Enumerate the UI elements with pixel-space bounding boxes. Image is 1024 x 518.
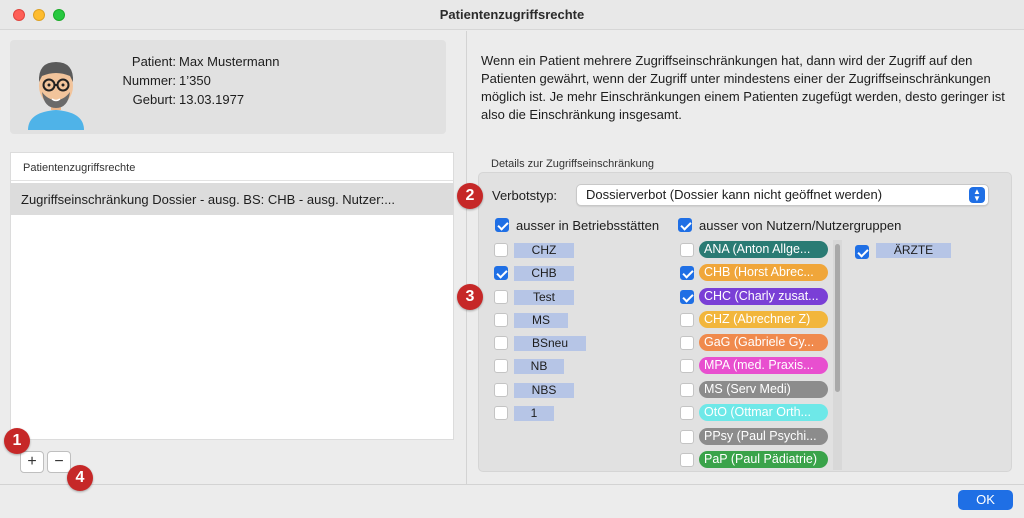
nutzer-checkbox-ms[interactable] (680, 383, 694, 397)
patient-number: 1’350 (179, 73, 211, 88)
chevron-updown-icon: ▲ ▼ (969, 187, 985, 203)
bs-checkbox-test[interactable] (494, 290, 508, 304)
nutzer-tag: CHC (Charly zusat... (699, 288, 828, 305)
details-section-label: Details zur Zugriffseinschränkung (491, 158, 655, 170)
nutzer-tag: GaG (Gabriele Gy... (699, 334, 828, 351)
pane-divider (466, 31, 467, 484)
nutzer-checkbox-mpa[interactable] (680, 359, 694, 373)
birth-label: Geburt: (132, 92, 176, 107)
bs-checkbox-chb[interactable] (494, 266, 508, 280)
callout-badge: 1 (4, 428, 30, 454)
nutzer-checkbox-chz[interactable] (680, 313, 694, 327)
nutzer-checkbox-gag[interactable] (680, 336, 694, 350)
bs-checkbox-ms[interactable] (494, 313, 508, 327)
avatar-icon (28, 62, 84, 130)
add-restriction-button[interactable]: + (20, 451, 44, 473)
list-item[interactable]: Zugriffseinschränkung Dossier - ausg. BS… (11, 183, 453, 215)
bs-tag: MS (514, 313, 568, 328)
bs-checkbox-1[interactable] (494, 406, 508, 420)
access-rights-list: Patientenzugriffsrechte Zugriffseinschrä… (10, 152, 454, 440)
nutzer-checkbox-oto[interactable] (680, 406, 694, 420)
patient-info-panel: Patient: Max Mustermann Nummer: 1’350 Ge… (10, 40, 446, 134)
bs-checkbox-nb[interactable] (494, 359, 508, 373)
window-title: Patientenzugriffsrechte (439, 7, 585, 22)
verbot-type-label: Verbotstyp: (492, 188, 558, 203)
patient-label: Patient: (131, 54, 176, 69)
ausser-nutzer-label: ausser von Nutzern/Nutzergruppen (699, 218, 902, 233)
title-bar: Patientenzugriffsrechte (0, 0, 1024, 30)
nutzer-tag: CHB (Horst Abrec... (699, 264, 828, 281)
number-label: Nummer: (122, 73, 176, 88)
nutzer-tag: ANA (Anton Allge... (699, 241, 828, 258)
nutzer-tag: PPsy (Paul Psychi... (699, 428, 828, 445)
nutzer-tag: CHZ (Abrechner Z) (699, 311, 828, 328)
nutzer-checkbox-ana[interactable] (680, 243, 694, 257)
ok-button[interactable]: OK (958, 490, 1013, 510)
list-header: Patientenzugriffsrechte (11, 153, 453, 181)
bs-checkbox-bsneu[interactable] (494, 336, 508, 350)
nutzer-checkbox-chb[interactable] (680, 266, 694, 280)
gruppe-checkbox-aerzte[interactable] (855, 245, 869, 259)
patient-birthdate: 13.03.1977 (179, 92, 245, 107)
nutzer-tag: MS (Serv Medi) (699, 381, 828, 398)
bs-tag: BSneu (514, 336, 586, 351)
remove-restriction-button[interactable]: − (47, 451, 71, 473)
callout-badge: 4 (67, 465, 93, 491)
bs-tag: NB (514, 359, 564, 374)
ausser-bs-label: ausser in Betriebsstätten (516, 218, 660, 233)
bs-tag: Test (514, 290, 574, 305)
nutzer-scroll-thumb[interactable] (835, 244, 840, 392)
footer-divider (0, 484, 1024, 485)
bs-tag: NBS (514, 383, 574, 398)
verbot-type-select[interactable]: Dossierverbot (Dossier kann nicht geöffn… (576, 184, 989, 206)
nutzer-checkbox-ppsy[interactable] (680, 430, 694, 444)
nutzer-checkbox-chc[interactable] (680, 290, 694, 304)
ausser-bs-checkbox[interactable] (495, 218, 509, 232)
bs-checkbox-chz[interactable] (494, 243, 508, 257)
nutzer-checkbox-pap[interactable] (680, 453, 694, 467)
info-text: Wenn ein Patient mehrere Zugriffseinschr… (481, 53, 1005, 122)
app-window: Patientenzugriffsrechte Patient: Max Mus… (0, 0, 1024, 518)
nutzer-tag: MPA (med. Praxis... (699, 357, 828, 374)
nutzer-tag: PaP (Paul Pädiatrie) (699, 451, 828, 468)
gruppe-tag: ÄRZTE (876, 243, 951, 258)
callout-badge: 2 (457, 183, 483, 209)
nutzer-tag: OtO (Ottmar Orth... (699, 404, 828, 421)
callout-badge: 3 (457, 284, 483, 310)
verbot-type-value: Dossierverbot (Dossier kann nicht geöffn… (586, 187, 883, 202)
patient-name: Max Mustermann (179, 54, 280, 69)
bs-checkbox-nbs[interactable] (494, 383, 508, 397)
bs-tag: CHZ (514, 243, 574, 258)
ausser-nutzer-checkbox[interactable] (678, 218, 692, 232)
bs-tag: CHB (514, 266, 574, 281)
bs-tag: 1 (514, 406, 554, 421)
